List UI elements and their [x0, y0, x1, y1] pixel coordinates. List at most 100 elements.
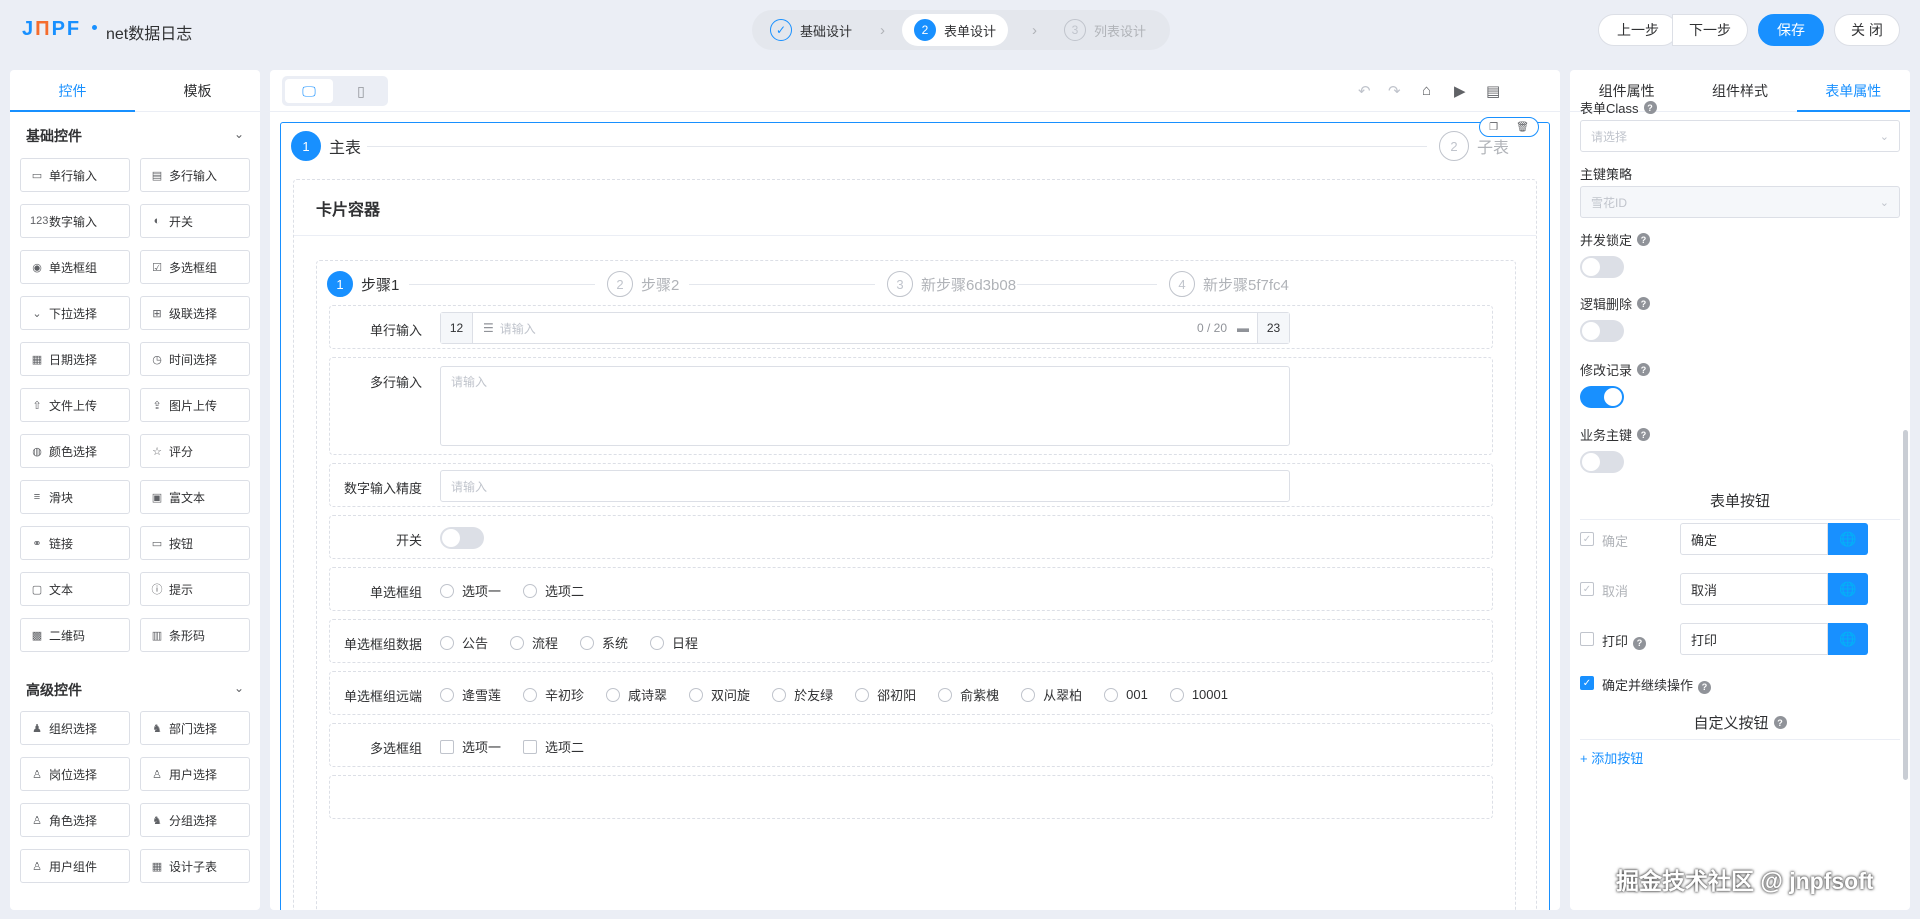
- pk-strategy-select[interactable]: 雪花ID ⌄: [1580, 186, 1900, 218]
- basic-control-item[interactable]: ◍ 颜色选择: [20, 434, 130, 468]
- confirm-checkbox[interactable]: ✓: [1580, 532, 1594, 546]
- cancel-checkbox[interactable]: ✓: [1580, 582, 1594, 596]
- multi-input[interactable]: 请输入: [440, 366, 1290, 446]
- field-checkbox-group[interactable]: 多选框组 选项一 选项二: [329, 723, 1493, 767]
- radio-option[interactable]: 辛初珍: [523, 685, 584, 704]
- sub-step-3[interactable]: 3 新步骤6d3b08: [887, 271, 1016, 297]
- number-input[interactable]: 请输入: [440, 470, 1290, 502]
- basic-control-item[interactable]: ▤ 多行输入: [140, 158, 250, 192]
- basic-control-item[interactable]: ▩ 二维码: [20, 618, 130, 652]
- field-number-input[interactable]: 数字输入精度 请输入: [329, 463, 1493, 507]
- main-step-2[interactable]: 2 子表: [1439, 131, 1509, 161]
- basic-control-item[interactable]: ☆ 评分: [140, 434, 250, 468]
- sub-step-2[interactable]: 2 步骤2: [607, 271, 679, 297]
- card-container[interactable]: 卡片容器 1 步骤1 2 步骤2 3 新步骤6d3b08 4 新步骤5f7fc4…: [293, 179, 1537, 910]
- advanced-control-item[interactable]: ♟ 组织选择: [20, 711, 130, 745]
- modify-log-switch[interactable]: [1580, 386, 1624, 408]
- globe-icon[interactable]: 🌐: [1828, 623, 1868, 655]
- help-icon[interactable]: ?: [1637, 428, 1651, 441]
- help-icon[interactable]: ?: [1698, 680, 1712, 694]
- field-next[interactable]: [329, 775, 1493, 819]
- radio-option[interactable]: 系统: [580, 633, 628, 652]
- cancel-text-input[interactable]: 取消: [1680, 573, 1828, 605]
- prev-step-button[interactable]: 上一步: [1598, 14, 1678, 46]
- save-button[interactable]: 保存: [1758, 14, 1824, 46]
- add-button-link[interactable]: + 添加按钮: [1580, 748, 1643, 767]
- undo-icon[interactable]: ↶: [1358, 82, 1371, 100]
- radio-option[interactable]: 咸诗翠: [606, 685, 667, 704]
- basic-control-item[interactable]: ☑ 多选框组: [140, 250, 250, 284]
- preview-icon[interactable]: ▶: [1454, 82, 1466, 100]
- help-icon[interactable]: ?: [1637, 363, 1651, 376]
- advanced-control-item[interactable]: ♙ 角色选择: [20, 803, 130, 837]
- basic-control-item[interactable]: ▥ 条形码: [140, 618, 250, 652]
- field-single-input[interactable]: 单行输入 12 ☰ 请输入 0 / 20 ▬ 23: [329, 305, 1493, 349]
- field-radio-data[interactable]: 单选框组数据 公告 流程 系统 日程: [329, 619, 1493, 663]
- radio-option[interactable]: 公告: [440, 633, 488, 652]
- help-icon[interactable]: ?: [1633, 636, 1647, 650]
- continue-checkbox[interactable]: ✓: [1580, 676, 1594, 690]
- concurrency-lock-switch[interactable]: [1580, 256, 1624, 278]
- basic-control-item[interactable]: ⇧ 文件上传: [20, 388, 130, 422]
- help-icon[interactable]: ?: [1773, 716, 1787, 729]
- radio-option[interactable]: 从翠柏: [1021, 685, 1082, 704]
- basic-control-item[interactable]: 123 数字输入: [20, 204, 130, 238]
- basic-control-item[interactable]: ▭ 按钮: [140, 526, 250, 560]
- globe-icon[interactable]: 🌐: [1828, 523, 1868, 555]
- radio-option[interactable]: 10001: [1169, 687, 1228, 702]
- main-step-1[interactable]: 1 主表: [291, 131, 361, 161]
- tab-controls[interactable]: 控件: [10, 70, 135, 112]
- radio-option[interactable]: 双问旋: [689, 685, 750, 704]
- globe-icon[interactable]: 🌐: [1828, 573, 1868, 605]
- sub-steps-container[interactable]: 1 步骤1 2 步骤2 3 新步骤6d3b08 4 新步骤5f7fc4 单行输入…: [316, 260, 1516, 910]
- basic-control-item[interactable]: ≡ 滑块: [20, 480, 130, 514]
- advanced-control-item[interactable]: ♙ 用户选择: [140, 757, 250, 791]
- biz-key-switch[interactable]: [1580, 451, 1624, 473]
- help-icon[interactable]: ?: [1637, 297, 1651, 310]
- radio-option[interactable]: 日程: [650, 633, 698, 652]
- basic-control-item[interactable]: ⚭ 链接: [20, 526, 130, 560]
- confirm-text-input[interactable]: 确定: [1680, 523, 1828, 555]
- tab-templates[interactable]: 模板: [135, 70, 260, 111]
- selected-step-container[interactable]: ❐ 🗑 1 主表 2 子表 卡片容器 1 步骤1 2 步骤2 3 新步骤6d3b…: [280, 117, 1550, 910]
- radio-option[interactable]: 选项一: [440, 581, 501, 600]
- close-button[interactable]: 关 闭: [1834, 14, 1900, 46]
- switch-toggle[interactable]: [440, 527, 484, 549]
- sub-step-1[interactable]: 1 步骤1: [327, 271, 399, 297]
- radio-option[interactable]: 於友绿: [772, 685, 833, 704]
- field-switch[interactable]: 开关: [329, 515, 1493, 559]
- checkbox-option[interactable]: 选项二: [523, 737, 584, 756]
- field-radio-remote[interactable]: 单选框组远端 逄雪莲 辛初珍 咸诗翠 双问旋 於友绿 郤初阳 俞紫槐 从翠柏 001 10001: [329, 671, 1493, 715]
- basic-control-item[interactable]: ▦ 日期选择: [20, 342, 130, 376]
- help-icon[interactable]: ?: [1643, 101, 1657, 114]
- field-multi-input[interactable]: 多行输入 请输入: [329, 357, 1493, 455]
- basic-control-item[interactable]: ◷ 时间选择: [140, 342, 250, 376]
- basic-control-item[interactable]: ◉ 单选框组: [20, 250, 130, 284]
- redo-icon[interactable]: ↷: [1388, 82, 1401, 100]
- basic-control-item[interactable]: ⇪ 图片上传: [140, 388, 250, 422]
- checkbox-option[interactable]: 选项一: [440, 737, 501, 756]
- single-input[interactable]: 12 ☰ 请输入 0 / 20 ▬ 23: [440, 312, 1290, 344]
- scrollbar[interactable]: [1903, 430, 1908, 780]
- basic-control-item[interactable]: ⓘ 提示: [140, 572, 250, 606]
- help-icon[interactable]: ?: [1637, 233, 1651, 246]
- next-step-button[interactable]: 下一步: [1672, 14, 1748, 46]
- radio-option[interactable]: 流程: [510, 633, 558, 652]
- advanced-control-item[interactable]: ♞ 分组选择: [140, 803, 250, 837]
- basic-control-item[interactable]: ⌄ 下拉选择: [20, 296, 130, 330]
- radio-option[interactable]: 郤初阳: [855, 685, 916, 704]
- advanced-control-item[interactable]: ♞ 部门选择: [140, 711, 250, 745]
- tab-form-props[interactable]: 表单属性: [1796, 70, 1910, 112]
- field-radio-group[interactable]: 单选框组 选项一 选项二: [329, 567, 1493, 611]
- step-basic-design[interactable]: ✓ 基础设计: [758, 14, 864, 46]
- form-class-select[interactable]: 请选择 ⌄: [1580, 120, 1900, 152]
- basic-control-item[interactable]: ⊞ 级联选择: [140, 296, 250, 330]
- clear-icon[interactable]: ⌂: [1422, 82, 1431, 99]
- basic-control-item[interactable]: ▢ 文本: [20, 572, 130, 606]
- basic-control-item[interactable]: ▣ 富文本: [140, 480, 250, 514]
- radio-option[interactable]: 俞紫槐: [938, 685, 999, 704]
- mobile-icon[interactable]: ▯: [337, 79, 385, 103]
- radio-option[interactable]: 选项二: [523, 581, 584, 600]
- desktop-icon[interactable]: 🖵: [285, 79, 333, 103]
- print-text-input[interactable]: 打印: [1680, 623, 1828, 655]
